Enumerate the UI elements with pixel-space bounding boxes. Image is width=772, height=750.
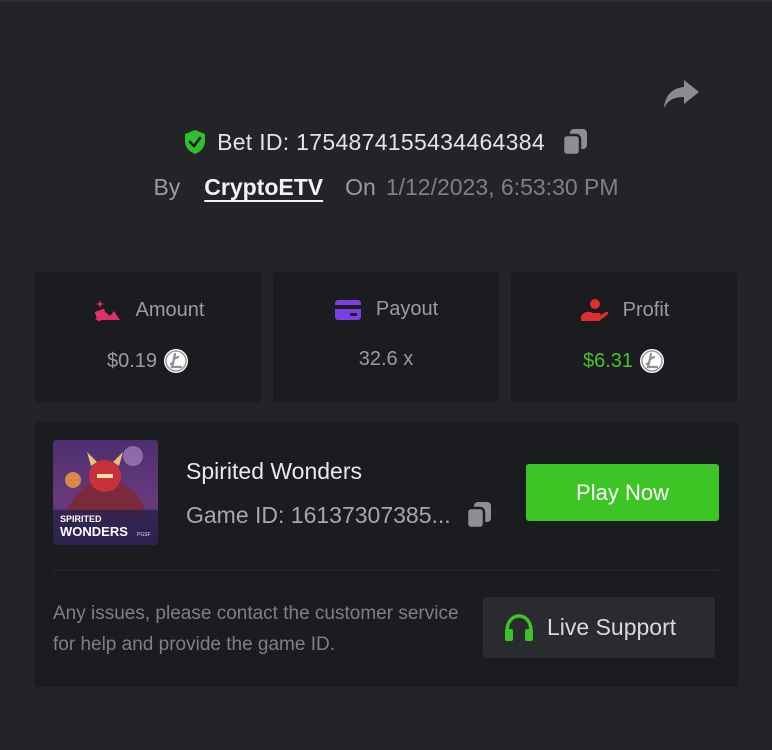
live-support-label: Live Support — [547, 614, 677, 640]
game-thumbnail[interactable]: SPIRITED WONDERS PGSF — [53, 440, 158, 545]
bet-datetime: 1/12/2023, 6:53:30 PM — [385, 174, 619, 200]
stat-value: $0.19 — [106, 349, 158, 372]
game-id-row: Game ID: 16137307385... — [186, 500, 493, 530]
litecoin-icon — [164, 349, 189, 373]
help-text: Any issues, please contact the customer … — [53, 603, 459, 655]
litecoin-icon — [640, 349, 665, 373]
card-icon — [334, 299, 361, 320]
bet-id-row: Bet ID: 1754874155434464384 — [0, 127, 772, 157]
stat-profit: Profit $6.31 — [511, 272, 737, 402]
username-link[interactable]: CryptoETV — [204, 174, 323, 201]
thumb-title-line-1: SPIRITED — [60, 514, 102, 524]
share-icon — [664, 80, 699, 108]
copy-icon[interactable] — [465, 500, 493, 530]
share-button[interactable] — [660, 76, 702, 112]
bet-id-text: Bet ID: 1754874155434464384 — [217, 128, 545, 155]
thumb-brand: PGSF — [137, 532, 151, 538]
amount-icon — [94, 300, 120, 322]
stat-value: $6.31 — [582, 349, 634, 372]
thumb-title-line-2: WONDERS — [60, 524, 128, 539]
stat-value: 32.6 x — [358, 348, 414, 370]
bet-author-row: By CryptoETV On 1/12/2023, 6:53:30 PM — [0, 174, 772, 201]
game-card: SPIRITED WONDERS PGSF Spirited Wonders G… — [35, 422, 738, 687]
headset-icon — [505, 613, 533, 641]
game-id: Game ID: 16137307385... — [186, 501, 451, 528]
on-label: On — [345, 174, 376, 200]
verified-shield-icon — [185, 130, 206, 154]
stat-payout: Payout 32.6 x — [273, 272, 499, 402]
stat-label: Amount — [135, 298, 205, 321]
stat-label: Profit — [622, 298, 670, 321]
stat-label: Payout — [375, 298, 439, 320]
live-support-button[interactable]: Live Support — [483, 597, 715, 658]
profit-hand-icon — [580, 299, 608, 321]
card-divider — [53, 570, 719, 571]
play-now-button[interactable]: Play Now — [526, 464, 719, 521]
copy-icon[interactable] — [561, 127, 589, 157]
by-label: By — [153, 174, 181, 200]
stat-amount: Amount $0.19 — [35, 272, 261, 402]
game-title: Spirited Wonders — [186, 458, 362, 484]
top-divider — [0, 0, 772, 2]
